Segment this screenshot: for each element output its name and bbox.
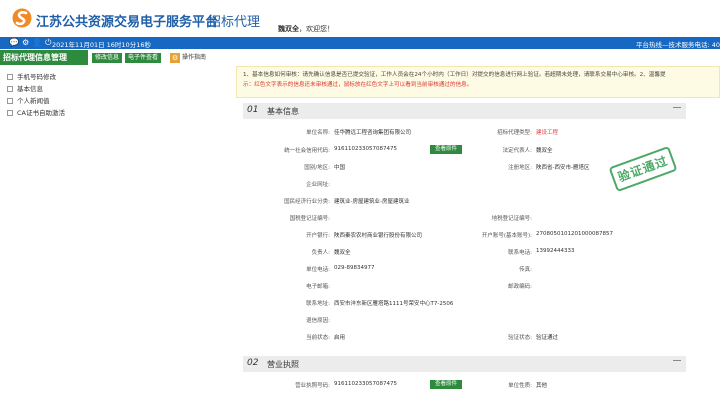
status-value: 启用 — [334, 335, 346, 341]
collapse-icon[interactable] — [673, 360, 681, 361]
bank-label: 开户银行: — [306, 233, 330, 239]
postcode-label: 邮政编码: — [508, 284, 532, 290]
view-original-button[interactable]: 查看原件 — [430, 145, 463, 154]
unit-phone-label: 单位电话: — [306, 267, 330, 273]
operation-guide-link[interactable]: 操作指南 — [182, 53, 206, 63]
reg-area-value: 陕西省-西安市-雁塔区 — [536, 165, 590, 171]
sidebar-item-label: 个人新闻值 — [17, 97, 50, 105]
sidebar-item-phone[interactable]: 手机号码修改 — [7, 71, 56, 81]
view-attachments-button[interactable]: 电子件查看 — [125, 53, 162, 63]
unit-name-value: 佳华腾远工程咨询集团有限公司 — [334, 130, 412, 136]
contact-label: 负责人: — [311, 250, 330, 256]
agency-type-label: 招标代理类型: — [497, 130, 532, 136]
address-value: 西安市沣东新区雁塔路1111号荣安中心T7-2506 — [334, 301, 454, 307]
logo-icon — [12, 8, 32, 28]
sidebar-item-label: CA证书自助激活 — [17, 109, 65, 117]
platform-title: 江苏公共资源交易电子服务平台 — [36, 15, 219, 30]
license-no-value: 916110233057087475 — [334, 381, 397, 387]
country-value: 中国 — [334, 165, 346, 171]
section-license-header[interactable]: 02 营业执照 — [243, 356, 686, 372]
verify-value: 验证通过 — [536, 335, 559, 341]
datetime-display: 2021年11月01日 16时10分16秒 — [52, 41, 151, 49]
guide-icon[interactable]: ⚙ — [170, 53, 180, 63]
account-value: 2708050101201000087857 — [536, 231, 613, 237]
sidebar-header: 招标代理信息管理 — [0, 50, 88, 65]
verify-label: 验证状态: — [508, 335, 532, 341]
service-hotline: 平台热线—技术服务电话: 400998 — [636, 41, 720, 49]
power-icon[interactable]: ⏻ — [45, 38, 51, 47]
verified-stamp: 验证通过 — [608, 145, 678, 193]
edit-info-button[interactable]: 修改信息 — [92, 53, 123, 63]
section-number: 01 — [247, 105, 259, 115]
topbar-icons: 💬 ⚙ 👤 ⏻ — [9, 38, 54, 48]
unit-nature-value: 其他 — [536, 383, 548, 389]
bank-value: 陕西秦农农村商业银行股份有限公司 — [334, 233, 423, 239]
notice-line1: 1、基本信息如何审核：请先确认信息是否已提交验证，工作人员会在24个小时内（工作… — [243, 72, 666, 78]
item-icon — [7, 98, 13, 104]
section-basic-header[interactable]: 01 基本信息 — [243, 103, 686, 119]
industry-value: 建筑业-房屋建筑业-房屋建筑业 — [334, 199, 410, 205]
status-label: 当前状态: — [306, 335, 330, 341]
sidebar-item-ca[interactable]: CA证书自助激活 — [7, 107, 65, 117]
notice-box: 1、基本信息如何审核：请先确认信息是否已提交验证，工作人员会在24个小时内（工作… — [236, 66, 720, 98]
welcome-message: 魏双全，欢迎您！ — [278, 24, 334, 34]
section-title: 营业执照 — [267, 360, 299, 369]
welcome-user: 魏双全 — [278, 25, 299, 33]
license-no-label: 营业执照号码: — [295, 383, 330, 389]
credit-code-value: 916110233057087475 — [334, 146, 397, 152]
unit-name-label: 单位名称: — [306, 130, 330, 136]
phone-label: 联系电话: — [508, 250, 532, 256]
section-number: 02 — [247, 358, 259, 368]
return-reason-label: 退信原因: — [306, 318, 330, 324]
fax-label: 传真: — [519, 267, 532, 273]
sidebar-item-personal[interactable]: 个人新闻值 — [7, 95, 50, 105]
sidebar-item-label: 基本信息 — [17, 85, 43, 93]
sidebar: 手机号码修改 基本信息 个人新闻值 CA证书自助激活 — [0, 66, 88, 394]
collapse-icon[interactable] — [673, 107, 681, 108]
section-title: 基本信息 — [267, 107, 299, 116]
sidebar-item-basic-info[interactable]: 基本信息 — [7, 83, 43, 93]
account-label: 开户账号(基本账号): — [481, 233, 532, 239]
website-label: 企业网址: — [306, 182, 330, 188]
item-icon — [7, 110, 13, 116]
item-icon — [7, 86, 13, 92]
email-label: 电子邮箱: — [306, 284, 330, 290]
top-status-bar: 💬 ⚙ 👤 ⏻ 2021年11月01日 16时10分16秒 平台热线—技术服务电话: … — [0, 37, 720, 49]
country-label: 国别/地区: — [304, 165, 330, 171]
user-icon[interactable]: 👤 — [32, 38, 42, 47]
toolbar: 修改信息 电子件查看 ⚙ 操作指南 — [88, 50, 720, 65]
agency-type-value: 建设工程 — [536, 130, 559, 136]
credit-code-label: 统一社会信用代码: — [284, 148, 330, 154]
gear-icon[interactable]: ⚙ — [22, 38, 29, 47]
unit-phone-value: 029-89834977 — [334, 265, 375, 271]
module-title: 招标代理 — [208, 15, 261, 30]
site-reg-label: 国税登记证编号: — [289, 216, 330, 222]
reg-area-label: 注册地区: — [508, 165, 532, 171]
notice-line2: 示：红色文字表示的信息还未审核通过，鼠标放在红色文字上可以看到当前审核通过的信息… — [243, 82, 473, 88]
legal-rep-label: 法定代表人: — [502, 148, 532, 154]
unit-nature-label: 单位性质: — [508, 383, 532, 389]
phone-value: 13992444333 — [536, 248, 575, 254]
industry-label: 国民经济行业分类: — [284, 199, 330, 205]
chat-icon[interactable]: 💬 — [9, 38, 19, 47]
item-icon — [7, 74, 13, 80]
welcome-suffix: ，欢迎您！ — [299, 25, 334, 33]
address-label: 联系地址: — [306, 301, 330, 307]
sidebar-item-label: 手机号码修改 — [17, 73, 56, 81]
contact-value: 魏双全 — [334, 250, 351, 256]
view-license-button[interactable]: 查看原件 — [430, 380, 463, 389]
page-header: 江苏公共资源交易电子服务平台 招标代理 魏双全，欢迎您！ — [0, 0, 720, 37]
main-content: 1、基本信息如何审核：请先确认信息是否已提交验证，工作人员会在24个小时内（工作… — [236, 66, 720, 394]
legal-rep-value: 魏双全 — [536, 148, 553, 154]
local-reg-label: 地税登记证编号: — [491, 216, 532, 222]
